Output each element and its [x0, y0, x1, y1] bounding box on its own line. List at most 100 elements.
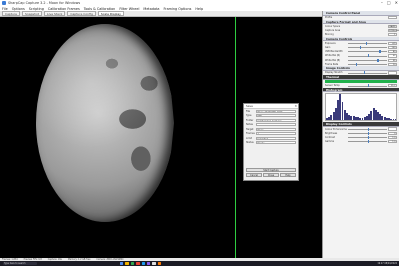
- control-value[interactable]: 1.0: [388, 140, 397, 144]
- dialog-row-label: Frames: [246, 132, 255, 136]
- control-label: Gain: [325, 46, 331, 50]
- control-label: Capture Area: [325, 28, 341, 32]
- taskbar: Type here to search 19:27 08/04/2022: [0, 261, 399, 266]
- dialog-row-label: File: [246, 109, 250, 113]
- control-label: White Bal (B): [325, 58, 341, 62]
- dialog-field[interactable]: Moon: [256, 127, 296, 131]
- control-row: Gain 100: [323, 45, 399, 50]
- control-slider[interactable]: [348, 58, 387, 62]
- control-label: Profile: [325, 16, 333, 20]
- dialog-field[interactable]: Moon_20220408_1927: [256, 109, 296, 113]
- slider-knob[interactable]: [365, 41, 367, 45]
- control-value[interactable]: 100: [388, 45, 397, 50]
- control-slider[interactable]: [348, 62, 387, 66]
- slider-knob[interactable]: [379, 50, 381, 54]
- dialog-row-label: Target: [246, 127, 254, 131]
- close-button[interactable]: Close: [263, 173, 279, 177]
- control-label: Colour Enhancement: [325, 127, 347, 131]
- menu-calibration-frames[interactable]: Calibration Frames: [48, 7, 80, 11]
- dialog-close-icon[interactable]: ✕: [294, 104, 297, 109]
- control-slider[interactable]: [348, 46, 387, 50]
- taskbar-app-icon[interactable]: [120, 261, 124, 266]
- dialog-field[interactable]: Unlimited: [256, 136, 296, 140]
- taskbar-apps: [120, 261, 162, 266]
- taskbar-app-icon[interactable]: [157, 261, 162, 266]
- dialog-row-label: Folder: [246, 118, 254, 122]
- control-slider[interactable]: [348, 127, 387, 131]
- histogram-chart[interactable]: [325, 93, 397, 122]
- histogram-bar: [394, 119, 396, 121]
- slider-knob[interactable]: [363, 71, 365, 75]
- section-header[interactable]: Histogram: [323, 87, 399, 93]
- menu-options[interactable]: Options: [12, 7, 25, 11]
- taskbar-app-icon[interactable]: [136, 261, 140, 266]
- control-value[interactable]: 80: [388, 50, 397, 54]
- section-header[interactable]: Thermal: [323, 75, 399, 80]
- control-slider[interactable]: [348, 50, 387, 54]
- menu-scripting[interactable]: Scripting: [29, 7, 44, 11]
- menu-filter-wheel[interactable]: Filter Wheel: [119, 7, 139, 11]
- dialog-field[interactable]: PNG: [256, 114, 296, 118]
- help-button[interactable]: Help: [280, 173, 296, 177]
- control-value[interactable]: 1.0: [388, 135, 397, 139]
- menu-help[interactable]: Help: [195, 7, 203, 11]
- scale-display-button[interactable]: Scale Display: [97, 11, 124, 16]
- control-slider[interactable]: [348, 131, 387, 135]
- control-label: Display Stretch: [325, 71, 343, 75]
- live-stack-button[interactable]: Live Stack: [43, 11, 66, 16]
- dialog-buttons: Cancel Close Help: [246, 173, 296, 177]
- slider-knob[interactable]: [367, 131, 369, 135]
- slider-knob[interactable]: [367, 84, 369, 88]
- dialog-field: Ready: [256, 141, 296, 145]
- control-slider[interactable]: [348, 71, 387, 75]
- capture-button[interactable]: Capture: [2, 11, 20, 16]
- dialog-field[interactable]: C:\SharpCap Captures: [256, 118, 296, 122]
- control-slider[interactable]: [348, 54, 387, 58]
- control-value[interactable]: 3096x2080: [388, 28, 399, 33]
- cancel-button[interactable]: Cancel: [246, 173, 262, 177]
- capture-config-button[interactable]: Capture Config: [67, 11, 96, 16]
- control-label: White Bal (R): [325, 54, 341, 58]
- control-value[interactable]: 95: [388, 58, 397, 62]
- taskbar-app-icon[interactable]: [146, 261, 151, 266]
- control-label: Brightness: [325, 131, 338, 135]
- slider-knob[interactable]: [367, 140, 369, 144]
- control-value[interactable]: [388, 127, 397, 131]
- control-slider[interactable]: [348, 140, 387, 144]
- dialog-field[interactable]: [256, 123, 296, 127]
- control-slider[interactable]: [348, 135, 387, 139]
- slider-knob[interactable]: [355, 62, 358, 66]
- panel-section: Camera Control Panel Profile: [323, 11, 399, 20]
- taskbar-app-icon[interactable]: [141, 261, 145, 266]
- control-label: USB Bandwidth: [325, 50, 343, 54]
- panel-section: Image Controls Display Stretch: [323, 66, 399, 75]
- menu-framing-options[interactable]: Framing Options: [163, 7, 191, 11]
- control-value[interactable]: 0: [388, 131, 397, 135]
- slider-knob[interactable]: [367, 54, 369, 58]
- control-label: Sensor Temp: [325, 84, 340, 88]
- taskbar-clock: 19:27 08/04/2022: [377, 262, 397, 265]
- control-slider[interactable]: [348, 84, 387, 88]
- control-label: Binning: [325, 33, 334, 37]
- slider-knob[interactable]: [359, 46, 362, 50]
- taskbar-search[interactable]: Type here to search: [3, 261, 37, 266]
- panel-section: Display Controls Colour Enhancement Bright…: [323, 122, 399, 144]
- dialog-field[interactable]: 1: [256, 132, 296, 136]
- slider-knob[interactable]: [367, 135, 369, 139]
- taskbar-app-icon[interactable]: [152, 261, 156, 266]
- taskbar-app-icon[interactable]: [130, 261, 135, 266]
- control-panel: Camera Control Panel Profile Capture Forma…: [322, 11, 399, 258]
- start-capture-button[interactable]: Start Capture: [246, 168, 296, 172]
- menu-metadata[interactable]: Metadata: [143, 7, 159, 11]
- snapshot-button[interactable]: Snapshot: [21, 11, 42, 16]
- control-value[interactable]: 52: [388, 54, 397, 58]
- dialog-row-label: Type: [246, 114, 252, 118]
- taskbar-app-icon[interactable]: [125, 261, 129, 266]
- menu-tools[interactable]: Tools & Calibration: [84, 7, 116, 11]
- control-slider[interactable]: [348, 41, 387, 45]
- slider-knob[interactable]: [367, 127, 369, 131]
- slider-knob[interactable]: [377, 58, 379, 62]
- control-value[interactable]: 4.9: [388, 41, 397, 45]
- menu-file[interactable]: File: [2, 7, 8, 11]
- control-value[interactable]: RAW8: [388, 24, 397, 28]
